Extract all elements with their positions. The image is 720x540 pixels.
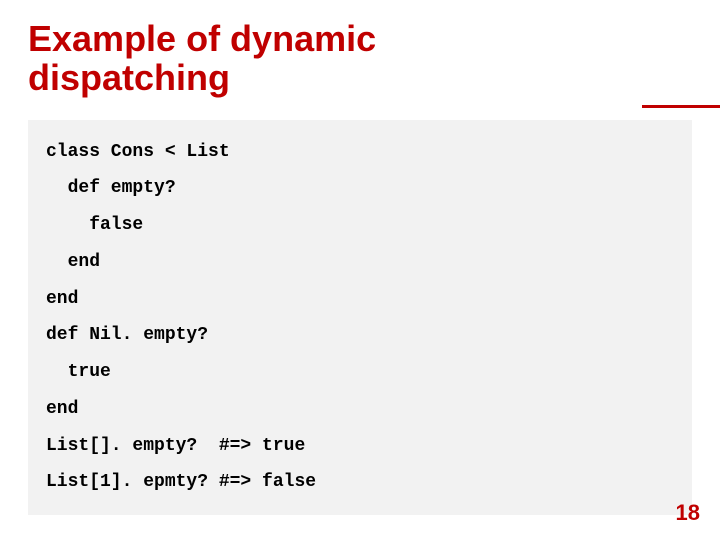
code-block: class Cons < List def empty? false end e… bbox=[28, 120, 692, 515]
title-line-2: dispatching bbox=[28, 57, 230, 98]
code-line: end bbox=[46, 281, 674, 318]
title-line-1: Example of dynamic bbox=[28, 18, 376, 59]
code-line: false bbox=[46, 207, 674, 244]
code-line: class Cons < List bbox=[46, 134, 674, 171]
code-line: def empty? bbox=[46, 170, 674, 207]
slide-title: Example of dynamic dispatching bbox=[28, 20, 692, 98]
code-line: end bbox=[46, 244, 674, 281]
code-line: List[]. empty? #=> true bbox=[46, 428, 674, 465]
title-accent-rule bbox=[642, 105, 720, 108]
page-number: 18 bbox=[676, 500, 700, 526]
code-line: end bbox=[46, 391, 674, 428]
code-line: List[1]. epmty? #=> false bbox=[46, 464, 674, 501]
code-line: def Nil. empty? bbox=[46, 317, 674, 354]
slide: Example of dynamic dispatching class Con… bbox=[0, 0, 720, 540]
code-line: true bbox=[46, 354, 674, 391]
